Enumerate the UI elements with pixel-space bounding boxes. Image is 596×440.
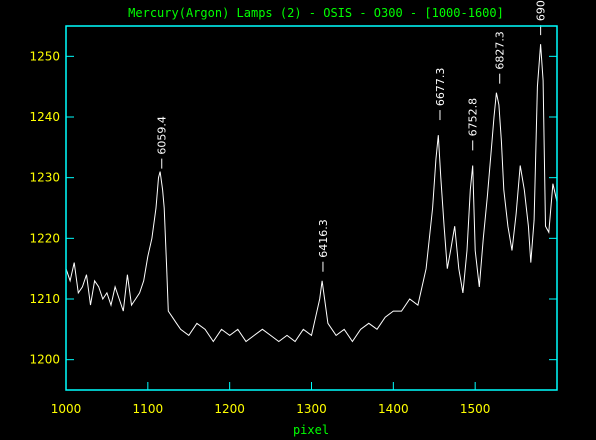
y-tick-label: 1240: [29, 110, 60, 124]
spectrum-chart: Mercury(Argon) Lamps (2) - OSIS - O300 -…: [0, 0, 596, 440]
annotation-label: 6827.3: [494, 31, 507, 70]
x-tick-label: 1500: [460, 402, 491, 416]
x-tick-label: 1000: [51, 402, 82, 416]
x-tick-label: 1200: [214, 402, 245, 416]
x-tick-label: 1100: [133, 402, 164, 416]
annotation-label: 6416.3: [317, 219, 330, 258]
chart-title: Mercury(Argon) Lamps (2) - OSIS - O300 -…: [128, 6, 504, 20]
annotation-label: 6907.5: [535, 0, 548, 21]
x-axis-label: pixel: [293, 423, 329, 437]
y-tick-label: 1200: [29, 353, 60, 367]
y-tick-label: 1230: [29, 171, 60, 185]
x-tick-label: 1400: [378, 402, 409, 416]
y-tick-label: 1220: [29, 231, 60, 245]
y-tick-label: 1210: [29, 292, 60, 306]
annotation-label: 6752.8: [467, 98, 480, 137]
annotation-label: 6677.3: [434, 68, 447, 107]
x-tick-label: 1300: [296, 402, 327, 416]
y-tick-label: 1250: [29, 49, 60, 63]
annotation-label: 6059.4: [156, 116, 169, 155]
